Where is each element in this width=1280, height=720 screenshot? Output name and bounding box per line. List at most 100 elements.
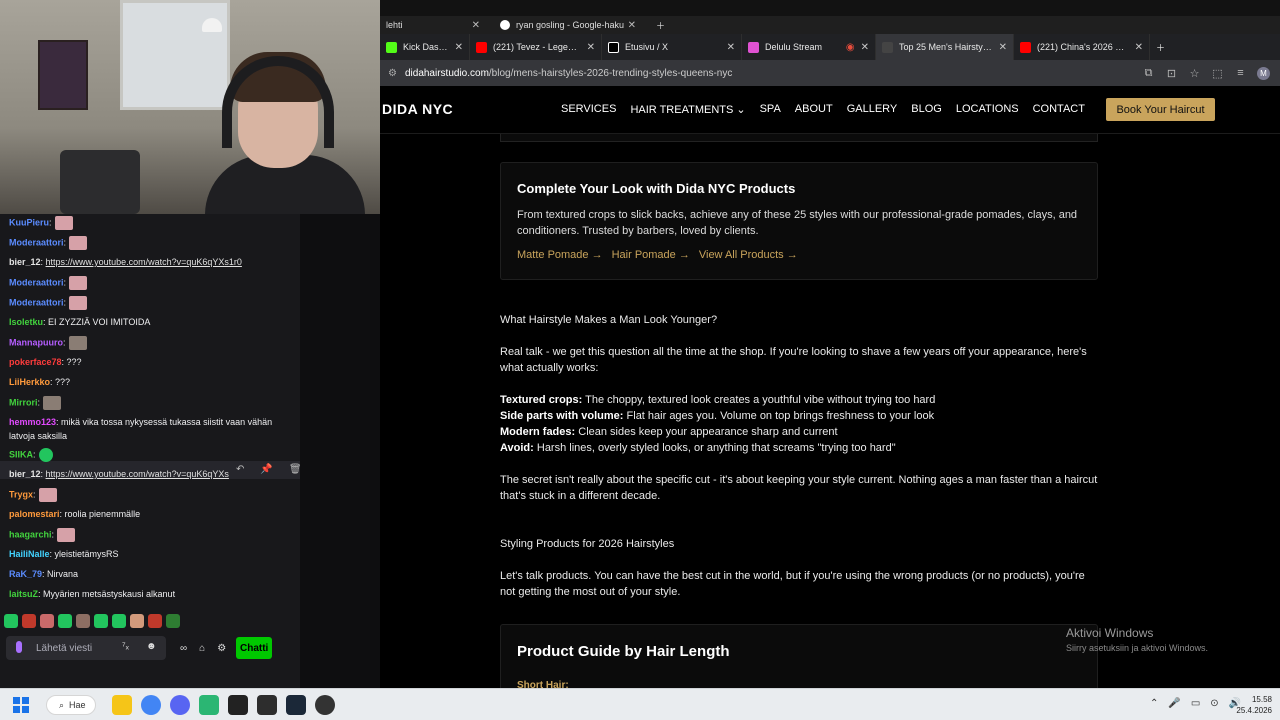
- extensions-icon[interactable]: ⬚: [1211, 67, 1224, 80]
- taskbar-search[interactable]: ⌕ Hae: [46, 695, 96, 715]
- nav-hair-treatments[interactable]: HAIR TREATMENTS ⌄: [630, 103, 745, 116]
- emote-icon[interactable]: [148, 614, 162, 628]
- settings-gear-icon[interactable]: ⚙: [217, 643, 226, 654]
- book-haircut-button[interactable]: Book Your Haircut: [1106, 98, 1215, 121]
- chevron-up-icon[interactable]: ⌃: [1150, 698, 1158, 709]
- network-icon[interactable]: ⊙: [1210, 698, 1218, 709]
- microphone-icon[interactable]: [16, 641, 22, 653]
- emote-icon[interactable]: [76, 614, 90, 628]
- chat-username[interactable]: laitsuZ: [9, 589, 38, 599]
- chrome-icon[interactable]: [141, 695, 161, 715]
- chat-username[interactable]: pokerface78: [9, 357, 62, 367]
- app-icon[interactable]: [199, 695, 219, 715]
- chat-username[interactable]: palomestari: [9, 509, 60, 519]
- chat-link[interactable]: https://www.youtube.com/watch?v=quK6qYXs…: [46, 257, 242, 267]
- tab-youtube-tevez[interactable]: (221) Tevez - Legend Ψ ✕: [470, 34, 602, 60]
- emote-icon[interactable]: [166, 614, 180, 628]
- google-icon: [500, 20, 510, 30]
- windows-start-icon[interactable]: [13, 697, 29, 713]
- short-hair-label: Short Hair:: [517, 680, 569, 688]
- chat-send-button[interactable]: Chatti: [236, 637, 273, 659]
- store-icon[interactable]: ⌂: [199, 643, 205, 654]
- nav-locations[interactable]: LOCATIONS: [956, 103, 1019, 116]
- profile-avatar-icon[interactable]: M: [1257, 66, 1270, 80]
- chat-text: : ???: [50, 377, 71, 387]
- chat-username[interactable]: haagarchi: [9, 529, 52, 539]
- emoji-icon[interactable]: ☻: [146, 641, 157, 652]
- chat-link[interactable]: https://www.youtube.com/watch?v=quK6qYXs: [46, 469, 229, 479]
- chat-username[interactable]: Moderaattori: [9, 237, 64, 247]
- close-icon[interactable]: ✕: [628, 20, 636, 31]
- obs-icon[interactable]: [315, 695, 335, 715]
- tab-lehti[interactable]: lehti ✕: [380, 16, 486, 34]
- install-icon[interactable]: ⊡: [1165, 67, 1178, 80]
- tab-x[interactable]: Etusivu / X ✕: [602, 34, 742, 60]
- close-icon[interactable]: ✕: [587, 42, 595, 53]
- emote-icon[interactable]: [58, 614, 72, 628]
- chat-username[interactable]: Mirrori: [9, 397, 38, 407]
- tab-hairstyles-active[interactable]: Top 25 Men's Hairstyles fo ✕: [876, 34, 1014, 60]
- site-icon: [882, 41, 893, 53]
- address-bar[interactable]: ⚙ didahairstudio.com/blog/mens-hairstyle…: [380, 60, 1280, 86]
- close-icon[interactable]: ✕: [472, 20, 480, 31]
- hair-pomade-link[interactable]: Hair Pomade →: [612, 249, 690, 261]
- chat-username[interactable]: bier_12: [9, 469, 41, 479]
- nav-about[interactable]: ABOUT: [795, 103, 833, 116]
- chat-username[interactable]: Trygx: [9, 489, 33, 499]
- close-icon[interactable]: ✕: [999, 42, 1007, 53]
- translate-icon[interactable]: ⁷ₓ: [122, 641, 129, 652]
- close-icon[interactable]: ✕: [727, 42, 735, 53]
- file-explorer-icon[interactable]: [112, 695, 132, 715]
- site-info-icon[interactable]: ⚙: [388, 68, 397, 79]
- new-tab-button[interactable]: ＋: [650, 16, 670, 34]
- tab-youtube-china[interactable]: (221) China's 2026 Murde ✕: [1014, 34, 1150, 60]
- emote-icon[interactable]: [4, 614, 18, 628]
- emote-icon[interactable]: [112, 614, 126, 628]
- close-icon[interactable]: ✕: [1135, 42, 1143, 53]
- tab-google-search[interactable]: ryan gosling - Google-haku ✕: [494, 16, 642, 34]
- site-logo[interactable]: DIDA NYC: [382, 101, 453, 117]
- display-icon[interactable]: ▭: [1191, 698, 1200, 709]
- chat-username[interactable]: hemmo123: [9, 417, 56, 427]
- nav-services[interactable]: SERVICES: [561, 103, 616, 116]
- translate-icon[interactable]: ⧉: [1142, 67, 1155, 80]
- chat-username[interactable]: bier_12: [9, 257, 41, 267]
- chat-username[interactable]: Isoletku: [9, 317, 43, 327]
- clock-time: 15.58: [1251, 695, 1272, 704]
- taskbar-clock[interactable]: 15.58 25.4.2026: [1232, 694, 1272, 716]
- reading-list-icon[interactable]: ≡: [1234, 67, 1247, 80]
- microphone-icon[interactable]: 🎤: [1168, 698, 1180, 709]
- tip-text: The choppy, textured look creates a yout…: [582, 394, 936, 406]
- view-all-products-link[interactable]: View All Products →: [699, 249, 798, 261]
- nav-contact[interactable]: CONTACT: [1033, 103, 1085, 116]
- chat-username[interactable]: Mannapuuro: [9, 337, 63, 347]
- close-icon[interactable]: ✕: [861, 42, 869, 53]
- steam-icon[interactable]: [286, 695, 306, 715]
- close-icon[interactable]: ✕: [455, 42, 463, 53]
- emote-icon[interactable]: [94, 614, 108, 628]
- chat-username[interactable]: Moderaattori: [9, 297, 64, 307]
- chat-username[interactable]: RaK_79: [9, 569, 42, 579]
- nav-spa[interactable]: SPA: [760, 103, 781, 116]
- chat-username[interactable]: LiiHerkko: [9, 377, 50, 387]
- matte-pomade-link[interactable]: Matte Pomade →: [517, 249, 603, 261]
- new-tab-button[interactable]: ＋: [1150, 34, 1180, 60]
- chat-username[interactable]: KuuPieru: [9, 217, 49, 227]
- app-icon[interactable]: [257, 695, 277, 715]
- nav-blog[interactable]: BLOG: [911, 103, 942, 116]
- emote-icon[interactable]: [22, 614, 36, 628]
- capcut-icon[interactable]: [228, 695, 248, 715]
- tab-kick-dashboard[interactable]: Kick Dashboard ✕: [380, 34, 470, 60]
- chat-username[interactable]: HailiNalle: [9, 549, 50, 559]
- chat-input[interactable]: Lähetä viesti ⁷ₓ ☻: [6, 636, 166, 660]
- bookmark-star-icon[interactable]: ☆: [1188, 67, 1201, 80]
- emote-icon[interactable]: [130, 614, 144, 628]
- emote-icon[interactable]: [40, 614, 54, 628]
- url-text[interactable]: didahairstudio.com/blog/mens-hairstyles-…: [405, 68, 732, 79]
- discord-icon[interactable]: [170, 695, 190, 715]
- chat-username[interactable]: SIIKA: [9, 449, 33, 459]
- nav-gallery[interactable]: GALLERY: [847, 103, 898, 116]
- chat-username[interactable]: Moderaattori: [9, 277, 64, 287]
- tab-delulu-stream[interactable]: Delulu Stream ◉ ✕: [742, 34, 876, 60]
- points-icon[interactable]: ∞: [180, 643, 187, 654]
